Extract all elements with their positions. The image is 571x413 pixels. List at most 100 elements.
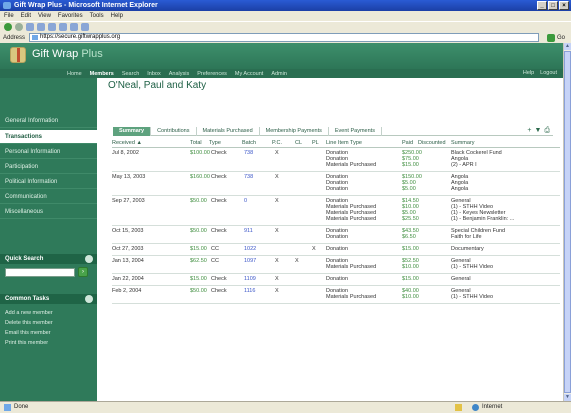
tab-materials-purchased[interactable]: Materials Purchased — [197, 127, 260, 136]
tab-summary[interactable]: Summary — [113, 127, 152, 136]
home-icon[interactable] — [48, 23, 56, 31]
maximize-button[interactable]: □ — [548, 1, 558, 10]
app-header: Gift Wrap Plus — [0, 43, 563, 69]
line-summary: (1) - STHH Video — [451, 294, 494, 300]
page-scrollbar[interactable]: ▲ ▼ — [563, 43, 571, 401]
table-row[interactable]: Jul 8, 2002 $100.00 Check 738 X Donation $250.… — [112, 149, 560, 172]
paid-amount: $10.00 — [402, 294, 419, 300]
quick-search-title: Quick Search — [0, 254, 97, 264]
nav-inbox[interactable]: Inbox — [147, 71, 160, 77]
nav-search[interactable]: Search — [122, 71, 139, 77]
sidebar-item-general-information[interactable]: General Information — [0, 114, 97, 128]
col-summary[interactable]: Summary — [451, 140, 475, 146]
filter-icon[interactable]: ▼ — [534, 127, 541, 135]
sidebar-item-communication[interactable]: Communication — [0, 190, 97, 204]
nav-logout[interactable]: Logout — [540, 69, 557, 78]
status-bar: Done Internet — [0, 401, 571, 413]
main-panel: O'Neal, Paul and Katy Summary Contributi… — [105, 78, 560, 401]
menu-view[interactable]: View — [38, 11, 51, 21]
task-add-member[interactable]: Add a new member — [5, 310, 53, 316]
nav-home[interactable]: Home — [67, 71, 82, 77]
line-summary: Angola — [451, 186, 469, 192]
table-row[interactable]: Feb 2, 2004 $50.00 Check 1116 X Donation $40.0… — [112, 287, 560, 304]
go-icon[interactable] — [547, 33, 556, 42]
pc-flag: X — [275, 258, 279, 264]
table-row[interactable]: Sep 27, 2003 $50.00 Check 0 X Donation $14.50 G… — [112, 197, 560, 226]
scroll-up-icon[interactable]: ▲ — [564, 43, 571, 50]
add-icon[interactable]: + — [527, 127, 531, 135]
ie-icon — [3, 2, 11, 9]
nav-preferences[interactable]: Preferences — [197, 71, 227, 77]
zone-text: Internet — [482, 404, 503, 410]
table-row[interactable]: May 13, 2003 $160.00 Check 738 X Donation $150… — [112, 173, 560, 196]
pc-flag: X — [275, 276, 279, 282]
back-icon[interactable] — [4, 23, 12, 31]
menu-favorites[interactable]: Favorites — [58, 11, 83, 21]
nav-help[interactable]: Help — [523, 69, 534, 78]
forward-icon[interactable] — [15, 23, 23, 31]
address-input[interactable]: https://secure.giftwrapplus.org — [29, 33, 540, 42]
quick-search-input[interactable] — [5, 268, 75, 277]
table-row[interactable]: Jan 22, 2004 $15.00 Check 1109 X Donation $15.… — [112, 275, 560, 286]
quick-search-go-button[interactable]: › — [78, 267, 88, 277]
refresh-icon[interactable] — [37, 23, 45, 31]
col-batch[interactable]: Batch — [242, 140, 256, 146]
table-row[interactable]: Oct 27, 2003 $15.00 CC 1022 X Donation $15.00 D… — [112, 245, 560, 256]
payment-type: Check — [211, 276, 227, 282]
task-print-member[interactable]: Print this member — [5, 340, 48, 346]
table-row[interactable]: Jan 13, 2004 $62.50 CC 1097 X X Donation $52.50… — [112, 257, 560, 274]
top-nav: Home Members Search Inbox Analysis Prefe… — [0, 69, 563, 78]
close-button[interactable]: × — [559, 1, 569, 10]
search-icon[interactable] — [59, 23, 67, 31]
print-icon[interactable] — [81, 23, 89, 31]
go-label[interactable]: Go — [557, 35, 565, 41]
nav-members[interactable]: Members — [90, 71, 114, 77]
menu-tools[interactable]: Tools — [90, 11, 104, 21]
menu-file[interactable]: File — [4, 11, 14, 21]
nav-admin[interactable]: Admin — [271, 71, 287, 77]
print-icon[interactable]: ⎙ — [544, 127, 550, 135]
favorites-icon[interactable] — [70, 23, 78, 31]
batch-link: 738 — [244, 174, 254, 180]
sidebar-item-political-information[interactable]: Political Information — [0, 175, 97, 189]
col-cl[interactable]: CL — [295, 140, 302, 146]
tab-event-payments[interactable]: Event Payments — [329, 127, 382, 136]
tab-membership-payments[interactable]: Membership Payments — [260, 127, 329, 136]
line-summary: Documentary — [451, 246, 484, 252]
table-row[interactable]: Oct 15, 2003 $50.00 Check 911 X Donation $43.5… — [112, 227, 560, 244]
sidebar-item-transactions[interactable]: Transactions — [0, 130, 97, 144]
menu-edit[interactable]: Edit — [21, 11, 31, 21]
col-type[interactable]: Type — [209, 140, 221, 146]
col-pc[interactable]: P.C. — [272, 140, 282, 146]
sidebar-item-participation[interactable]: Participation — [0, 160, 97, 174]
col-line-item-type[interactable]: Line Item Type — [326, 140, 362, 146]
line-summary: General — [451, 276, 471, 282]
paid-amount: $15.00 — [402, 246, 419, 252]
tab-tools: + ▼ ⎙ — [527, 127, 550, 135]
paid-amount: $5.00 — [402, 186, 416, 192]
minimize-button[interactable]: _ — [537, 1, 547, 10]
stop-icon[interactable] — [26, 23, 34, 31]
menu-help[interactable]: Help — [111, 11, 123, 21]
nav-analysis[interactable]: Analysis — [169, 71, 189, 77]
col-total[interactable]: Total — [190, 140, 202, 146]
sidebar-item-personal-information[interactable]: Personal Information — [0, 145, 97, 159]
scroll-down-icon[interactable]: ▼ — [564, 394, 571, 401]
received-date: Oct 27, 2003 — [112, 246, 144, 252]
collapse-quick-search-icon[interactable] — [85, 255, 93, 263]
collapse-common-tasks-icon[interactable] — [85, 295, 93, 303]
col-paid[interactable]: Paid — [402, 140, 413, 146]
received-date: Jan 22, 2004 — [112, 276, 144, 282]
tab-contributions[interactable]: Contributions — [151, 127, 197, 136]
pl-flag: X — [312, 246, 316, 252]
task-delete-member[interactable]: Delete this member — [5, 320, 53, 326]
col-pl[interactable]: PL — [312, 140, 319, 146]
task-email-member[interactable]: Email this member — [5, 330, 51, 336]
nav-my-account[interactable]: My Account — [235, 71, 263, 77]
sidebar-item-miscellaneous[interactable]: Miscellaneous — [0, 205, 97, 219]
col-discounted[interactable]: Discounted — [418, 140, 446, 146]
line-item-type: Donation — [326, 234, 349, 240]
col-received[interactable]: Received ▲ — [112, 140, 142, 146]
total-amount: $62.50 — [190, 258, 207, 264]
scroll-thumb[interactable] — [564, 51, 571, 393]
